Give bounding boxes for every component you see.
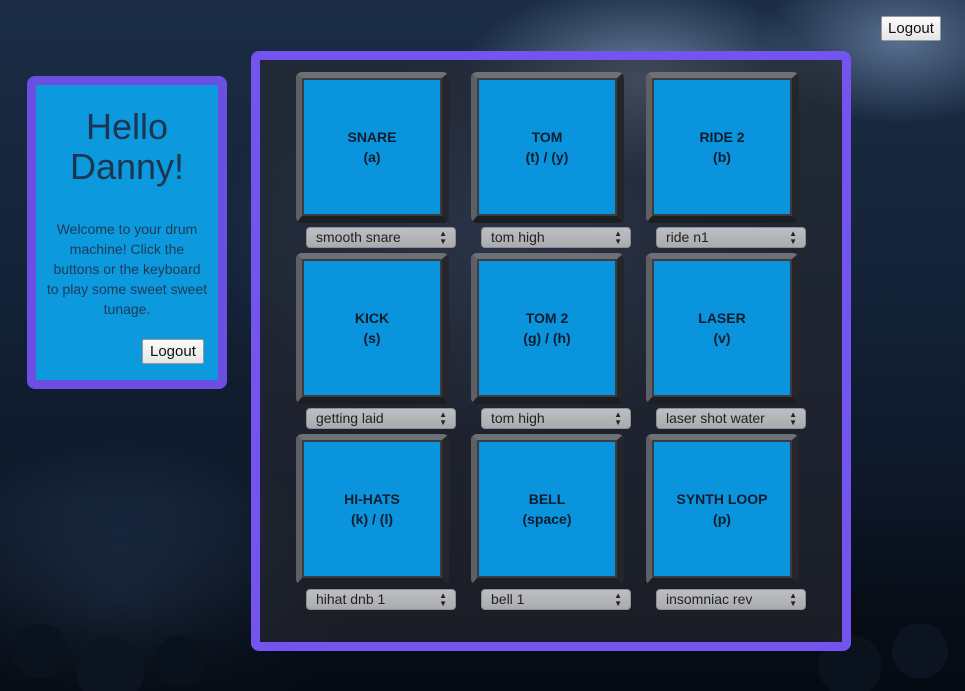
select-arrows-icon: ▲ ▼	[614, 410, 622, 427]
select-arrows-icon: ▲ ▼	[789, 229, 797, 246]
selected-sound: tom high	[491, 410, 545, 426]
pad-cell-snare: SNARE (a) smooth snare ▲ ▼	[296, 72, 456, 250]
welcome-panel: Hello Danny! Welcome to your drum machin…	[27, 76, 227, 389]
logout-button[interactable]: Logout	[881, 16, 941, 41]
pad-cell-laser: LASER (v) laser shot water ▲ ▼	[646, 253, 806, 431]
select-arrows-icon: ▲ ▼	[789, 591, 797, 608]
select-arrows-icon: ▲ ▼	[439, 591, 447, 608]
sound-select-snare[interactable]: smooth snare ▲ ▼	[306, 227, 456, 248]
select-arrows-icon: ▲ ▼	[439, 229, 447, 246]
pad-keys: (g) / (h)	[523, 330, 571, 346]
drum-pad-synth-loop[interactable]: SYNTH LOOP (p)	[646, 434, 799, 585]
pad-name: TOM	[531, 129, 563, 145]
selected-sound: laser shot water	[666, 410, 765, 426]
pad-name: HI-HATS	[344, 491, 400, 507]
drum-pad-tom[interactable]: TOM (t) / (y)	[471, 72, 624, 223]
greeting-title: Hello Danny!	[69, 106, 185, 187]
drum-pad-ride-2[interactable]: RIDE 2 (b)	[646, 72, 799, 223]
pad-name: TOM 2	[525, 310, 569, 326]
pad-cell-kick: KICK (s) getting laid ▲ ▼	[296, 253, 456, 431]
select-arrows-icon: ▲ ▼	[614, 229, 622, 246]
panel-logout-button[interactable]: Logout	[142, 339, 204, 364]
sound-select-tom-2[interactable]: tom high ▲ ▼	[481, 408, 631, 429]
selected-sound: hihat dnb 1	[316, 591, 386, 607]
pad-keys: (v)	[713, 330, 731, 346]
pad-name: SNARE	[347, 129, 397, 145]
pad-name: BELL	[528, 491, 566, 507]
pad-keys: (p)	[713, 511, 731, 527]
pad-name: KICK	[354, 310, 390, 326]
select-arrows-icon: ▲ ▼	[439, 410, 447, 427]
sound-select-bell[interactable]: bell 1 ▲ ▼	[481, 589, 631, 610]
pad-cell-hi-hats: HI-HATS (k) / (l) hihat dnb 1 ▲ ▼	[296, 434, 456, 612]
pad-cell-tom: TOM (t) / (y) tom high ▲ ▼	[471, 72, 631, 250]
pad-keys: (a)	[363, 149, 381, 165]
select-arrows-icon: ▲ ▼	[789, 410, 797, 427]
drum-pad-kick[interactable]: KICK (s)	[296, 253, 449, 404]
welcome-message: Welcome to your drum machine! Click the …	[46, 221, 208, 317]
sound-select-synth-loop[interactable]: insomniac rev ▲ ▼	[656, 589, 806, 610]
selected-sound: insomniac rev	[666, 591, 753, 607]
drum-pad-tom-2[interactable]: TOM 2 (g) / (h)	[471, 253, 624, 404]
pad-cell-synth-loop: SYNTH LOOP (p) insomniac rev ▲ ▼	[646, 434, 806, 612]
pad-name: LASER	[698, 310, 746, 326]
pad-keys: (space)	[522, 511, 572, 527]
drum-machine: SNARE (a) smooth snare ▲ ▼ TOM (t) / (y) t…	[251, 51, 851, 651]
pad-cell-bell: BELL (space) bell 1 ▲ ▼	[471, 434, 631, 612]
pad-keys: (s)	[363, 330, 381, 346]
pad-name: RIDE 2	[699, 129, 745, 145]
drum-pad-laser[interactable]: LASER (v)	[646, 253, 799, 404]
drum-pad-bell[interactable]: BELL (space)	[471, 434, 624, 585]
selected-sound: getting laid	[316, 410, 384, 426]
selected-sound: ride n1	[666, 229, 709, 245]
pad-keys: (b)	[713, 149, 731, 165]
sound-select-tom[interactable]: tom high ▲ ▼	[481, 227, 631, 248]
selected-sound: tom high	[491, 229, 545, 245]
sound-select-kick[interactable]: getting laid ▲ ▼	[306, 408, 456, 429]
pad-cell-tom-2: TOM 2 (g) / (h) tom high ▲ ▼	[471, 253, 631, 431]
pad-cell-ride-2: RIDE 2 (b) ride n1 ▲ ▼	[646, 72, 806, 250]
sound-select-laser[interactable]: laser shot water ▲ ▼	[656, 408, 806, 429]
pad-keys: (k) / (l)	[351, 511, 393, 527]
sound-select-hi-hats[interactable]: hihat dnb 1 ▲ ▼	[306, 589, 456, 610]
sound-select-ride-2[interactable]: ride n1 ▲ ▼	[656, 227, 806, 248]
drum-pad-hi-hats[interactable]: HI-HATS (k) / (l)	[296, 434, 449, 585]
pad-name: SYNTH LOOP	[676, 491, 768, 507]
pad-keys: (t) / (y)	[525, 149, 569, 165]
drum-pad-snare[interactable]: SNARE (a)	[296, 72, 449, 223]
selected-sound: bell 1	[491, 591, 525, 607]
selected-sound: smooth snare	[316, 229, 401, 245]
select-arrows-icon: ▲ ▼	[614, 591, 622, 608]
